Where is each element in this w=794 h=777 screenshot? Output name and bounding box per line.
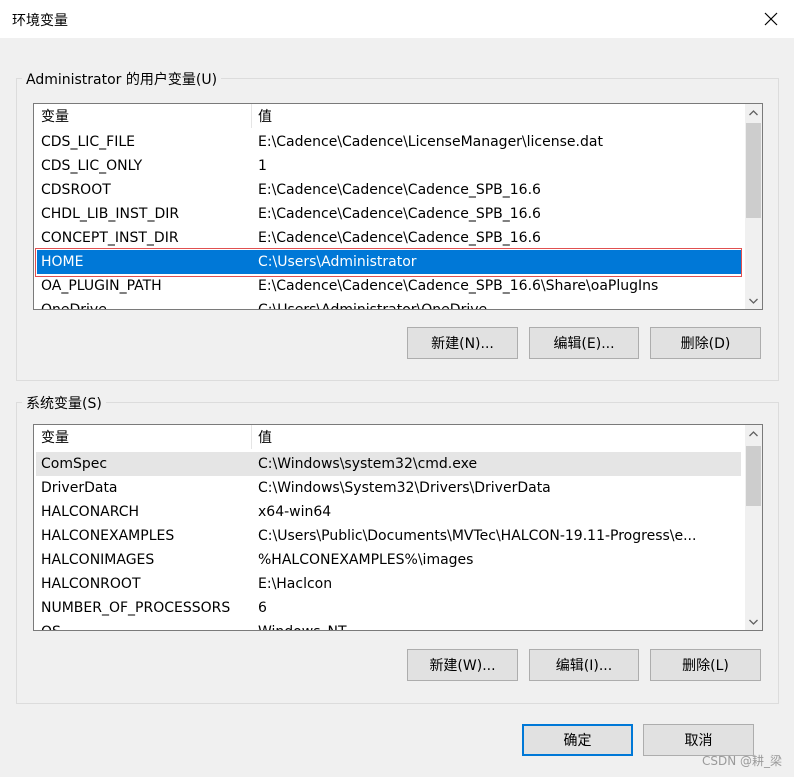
- variable-name: OneDrive: [41, 302, 107, 310]
- list-header: 变量 值: [34, 425, 762, 449]
- list-item-selected[interactable]: HOME C:\Users\Administrator: [37, 250, 742, 274]
- list-item[interactable]: OS Windows_NT: [34, 620, 745, 630]
- variable-name: CDSROOT: [41, 182, 111, 198]
- variable-value: C:\Windows\System32\Drivers\DriverData: [258, 480, 551, 496]
- window-title: 环境变量: [12, 13, 68, 29]
- variable-value: E:\Cadence\Cadence\Cadence_SPB_16.6: [258, 182, 541, 198]
- variable-value: E:\Cadence\Cadence\Cadence_SPB_16.6: [258, 230, 541, 246]
- watermark: CSDN @耕_梁: [701, 754, 782, 768]
- user-delete-button[interactable]: 删除(D): [650, 327, 761, 359]
- chevron-up-icon: [749, 109, 758, 115]
- column-header-value[interactable]: 值: [251, 425, 745, 449]
- scroll-thumb[interactable]: [746, 446, 761, 506]
- title-bar: 环境变量: [0, 0, 794, 38]
- column-header-value[interactable]: 值: [251, 104, 745, 128]
- variable-value: C:\Windows\system32\cmd.exe: [258, 456, 478, 472]
- system-edit-button[interactable]: 编辑(I)...: [529, 649, 639, 681]
- variable-name: ComSpec: [41, 456, 108, 472]
- variable-name: HALCONROOT: [41, 576, 141, 592]
- variable-value: %HALCONEXAMPLES%\images: [258, 552, 474, 568]
- list-item[interactable]: NUMBER_OF_PROCESSORS 6: [34, 596, 745, 620]
- system-delete-button[interactable]: 删除(L): [650, 649, 761, 681]
- list-item[interactable]: HALCONIMAGES %HALCONEXAMPLES%\images: [34, 548, 745, 572]
- column-header-variable[interactable]: 变量: [34, 425, 251, 449]
- close-button[interactable]: [748, 0, 794, 38]
- list-item[interactable]: HALCONARCH x64-win64: [34, 500, 745, 524]
- list-item[interactable]: OneDrive C:\Users\Administrator\OneDrive: [34, 298, 745, 310]
- scroll-down-button[interactable]: [745, 613, 762, 630]
- variable-value: x64-win64: [258, 504, 332, 520]
- variable-name: HALCONEXAMPLES: [41, 528, 175, 544]
- close-icon: [764, 12, 778, 26]
- scroll-up-button[interactable]: [745, 104, 762, 121]
- variable-name: HALCONIMAGES: [41, 552, 155, 568]
- list-item-hovered[interactable]: ComSpec C:\Windows\system32\cmd.exe: [36, 452, 741, 476]
- variable-name: DriverData: [41, 480, 118, 496]
- user-variables-list[interactable]: 变量 值 CDS_LIC_FILE E:\Cadence\Cadence\Lice…: [33, 103, 763, 310]
- list-item[interactable]: HALCONROOT E:\Haclcon: [34, 572, 745, 596]
- variable-name: OS: [41, 620, 61, 630]
- variable-value: C:\Users\Administrator: [258, 254, 417, 270]
- list-item[interactable]: CHDL_LIB_INST_DIR E:\Cadence\Cadence\Cade…: [34, 202, 745, 226]
- list-item[interactable]: CDS_LIC_ONLY 1: [34, 154, 745, 178]
- list-item[interactable]: OA_PLUGIN_PATH E:\Cadence\Cadence\Cadence…: [34, 274, 745, 298]
- ok-button[interactable]: 确定: [522, 724, 633, 756]
- list-item[interactable]: HALCONEXAMPLES C:\Users\Public\Documents\…: [34, 524, 745, 548]
- variable-value: E:\Cadence\Cadence\Cadence_SPB_16.6\Shar…: [258, 278, 659, 294]
- variable-value: E:\Cadence\Cadence\LicenseManager\licens…: [258, 134, 603, 150]
- variable-name: HOME: [41, 254, 84, 270]
- system-variables-list[interactable]: 变量 值 ComSpec C:\Windows\system32\cmd.exe …: [33, 424, 763, 631]
- variable-value: C:\Users\Administrator\OneDrive: [258, 302, 488, 310]
- variable-name: HALCONARCH: [41, 504, 140, 520]
- user-variables-label: Administrator 的用户变量(U): [22, 69, 222, 89]
- list-item[interactable]: DriverData C:\Windows\System32\Drivers\Dr…: [34, 476, 745, 500]
- variable-value: E:\Haclcon: [258, 576, 333, 592]
- variable-name: CDS_LIC_FILE: [41, 134, 135, 150]
- user-edit-button[interactable]: 编辑(E)...: [529, 327, 639, 359]
- chevron-up-icon: [749, 430, 758, 436]
- scroll-up-button[interactable]: [745, 425, 762, 442]
- chevron-down-icon: [749, 619, 758, 625]
- variable-value: E:\Cadence\Cadence\Cadence_SPB_16.6: [258, 206, 541, 222]
- variable-value: C:\Users\Public\Documents\MVTec\HALCON-1…: [258, 528, 697, 544]
- list-item[interactable]: CONCEPT_INST_DIR E:\Cadence\Cadence\Caden…: [34, 226, 745, 250]
- variable-name: OA_PLUGIN_PATH: [41, 278, 162, 294]
- variable-value: Windows_NT: [258, 620, 347, 630]
- variable-name: NUMBER_OF_PROCESSORS: [41, 600, 231, 616]
- chevron-down-icon: [749, 298, 758, 304]
- variable-name: CHDL_LIB_INST_DIR: [41, 206, 180, 222]
- system-new-button[interactable]: 新建(W)...: [407, 649, 518, 681]
- variable-value: 6: [258, 600, 267, 616]
- vertical-scrollbar[interactable]: [745, 104, 762, 309]
- list-item[interactable]: CDSROOT E:\Cadence\Cadence\Cadence_SPB_16…: [34, 178, 745, 202]
- list-item[interactable]: CDS_LIC_FILE E:\Cadence\Cadence\LicenseMa…: [34, 130, 745, 154]
- scroll-down-button[interactable]: [745, 292, 762, 309]
- vertical-scrollbar[interactable]: [745, 425, 762, 630]
- variable-name: CDS_LIC_ONLY: [41, 158, 143, 174]
- column-header-variable[interactable]: 变量: [34, 104, 251, 128]
- list-header: 变量 值: [34, 104, 762, 128]
- system-variables-label: 系统变量(S): [22, 393, 106, 413]
- scroll-thumb[interactable]: [746, 123, 761, 218]
- user-new-button[interactable]: 新建(N)...: [407, 327, 518, 359]
- variable-value: 1: [258, 158, 267, 174]
- variable-name: CONCEPT_INST_DIR: [41, 230, 179, 246]
